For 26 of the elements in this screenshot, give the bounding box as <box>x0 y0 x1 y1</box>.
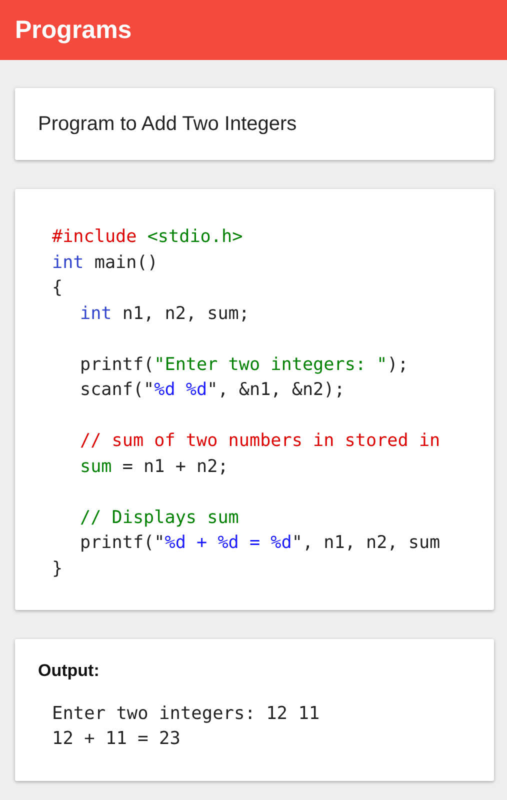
code-token: int <box>52 252 84 272</box>
code-token: = n1 + n2; <box>121 456 228 476</box>
code-token: } <box>52 558 63 578</box>
code-token: #include <box>52 227 137 247</box>
code-token: scanf(" <box>80 380 154 400</box>
code-token: ", &n1, &n2); <box>207 380 345 400</box>
code-token: ); <box>387 354 408 374</box>
code-token: { <box>52 278 63 298</box>
output-line: Enter two integers: 12 11 <box>52 702 321 726</box>
code-token: "Enter two integers: " <box>154 354 388 374</box>
output-line: 12 + 11 = 23 <box>52 727 182 751</box>
code-token: sum <box>80 456 112 476</box>
app-title: Programs <box>15 16 132 44</box>
code-token: printf(" <box>80 533 165 553</box>
code-token: // Displays sum <box>80 508 239 528</box>
code-token: printf( <box>80 354 154 374</box>
code-token: %d %d <box>154 380 208 400</box>
code-token: %d + %d = %d <box>164 533 292 553</box>
code-token: int <box>80 304 112 324</box>
code-token: n1, n2, sum; <box>121 304 250 324</box>
output-heading: Output: <box>38 661 100 681</box>
program-title: Program to Add Two Integers <box>38 112 297 136</box>
code-token: ", n1, n2, sum <box>292 533 440 553</box>
code-token: // sum of two numbers in stored in <box>80 431 440 451</box>
code-token: main() <box>93 252 158 272</box>
code-token: <stdio.h> <box>146 227 243 247</box>
